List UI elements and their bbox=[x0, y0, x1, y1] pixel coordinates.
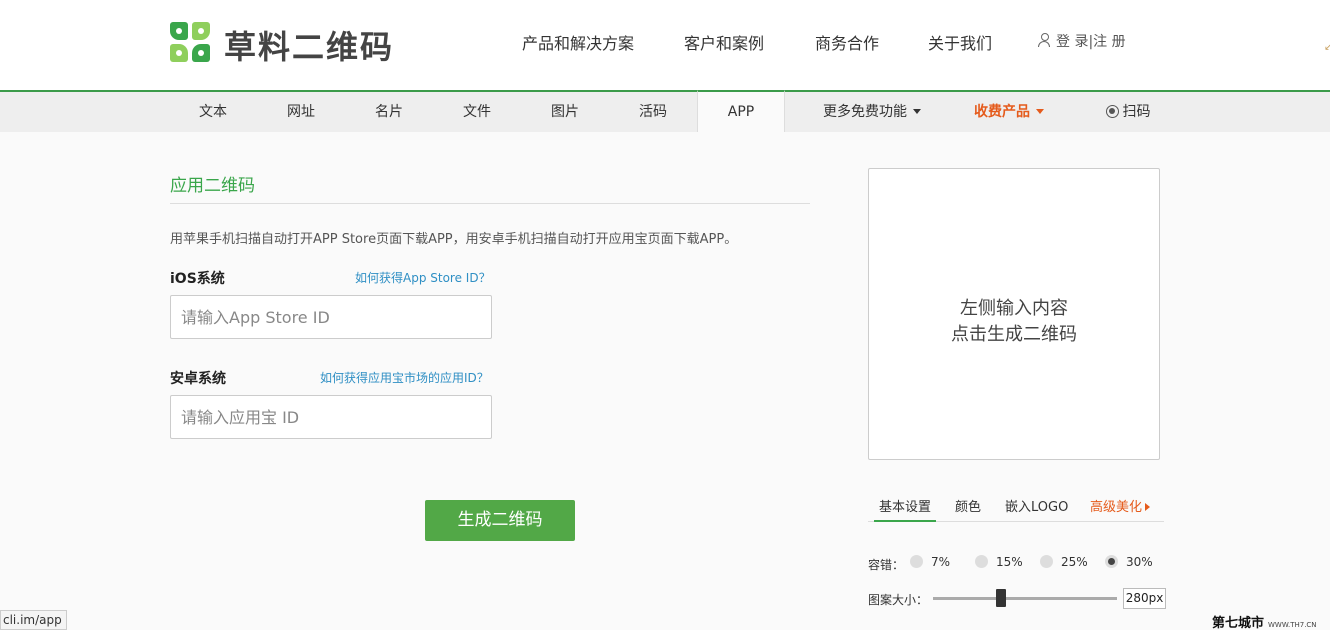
section-title: 应用二维码 bbox=[170, 176, 255, 196]
function-tabs: 文本 网址 名片 文件 图片 活码 APP 更多免费功能 收费产品 扫码 bbox=[0, 90, 1330, 132]
error-option-label: 7% bbox=[931, 555, 951, 569]
tab-paid-products[interactable]: 收费产品 bbox=[964, 92, 1054, 132]
size-label: 图案大小： bbox=[868, 593, 929, 607]
radio-dot-selected bbox=[1105, 555, 1118, 568]
tab-file[interactable]: 文件 bbox=[449, 92, 505, 132]
tab-color[interactable]: 颜色 bbox=[955, 496, 981, 522]
error-option-label: 30% bbox=[1126, 555, 1153, 569]
watermark-text: 第七城市 bbox=[1212, 616, 1265, 630]
login-label[interactable]: 登 录|注 册 bbox=[1056, 34, 1126, 50]
size-slider-thumb[interactable] bbox=[996, 589, 1007, 607]
tab-embed-logo[interactable]: 嵌入LOGO bbox=[1005, 496, 1068, 522]
tab-basic-settings[interactable]: 基本设置 bbox=[874, 496, 936, 522]
tab-advanced-label: 高级美化 bbox=[1090, 500, 1143, 515]
ios-help-link[interactable]: 如何获得App Store ID？ bbox=[355, 269, 491, 286]
caret-down-icon bbox=[913, 109, 921, 114]
tab-advanced[interactable]: 高级美化 bbox=[1090, 496, 1151, 522]
error-option-30[interactable]: 30% bbox=[1105, 555, 1153, 569]
nav-about[interactable]: 关于我们 bbox=[928, 30, 992, 54]
tab-text[interactable]: 文本 bbox=[185, 92, 241, 132]
settings-tabs: 基本设置 颜色 嵌入LOGO 高级美化 bbox=[868, 496, 1164, 522]
tab-more-free[interactable]: 更多免费功能 bbox=[812, 92, 932, 132]
tab-url[interactable]: 网址 bbox=[273, 92, 329, 132]
radio-dot bbox=[1040, 555, 1053, 568]
divider bbox=[170, 203, 810, 204]
tab-live-code[interactable]: 活码 bbox=[625, 92, 681, 132]
watermark-url: WWW.TH7.CN bbox=[1268, 621, 1317, 629]
site-header: 草料二维码 产品和解决方案 客户和案例 商务合作 关于我们 登 录|注 册 ↙ bbox=[0, 0, 1330, 90]
android-help-link[interactable]: 如何获得应用宝市场的应用ID？ bbox=[320, 369, 489, 386]
preview-line-1: 左侧输入内容 bbox=[960, 298, 1068, 319]
nav-business[interactable]: 商务合作 bbox=[815, 30, 879, 54]
watermark: 第七城市 WWW.TH7.CN bbox=[1212, 612, 1317, 630]
qr-preview-box: 左侧输入内容 点击生成二维码 bbox=[868, 168, 1160, 460]
status-bar-url: cli.im/app bbox=[0, 610, 67, 630]
generate-button[interactable]: 生成二维码 bbox=[425, 500, 575, 541]
logo-text[interactable]: 草料二维码 bbox=[224, 22, 394, 68]
tab-more-free-label: 更多免费功能 bbox=[823, 104, 907, 120]
tab-card[interactable]: 名片 bbox=[361, 92, 417, 132]
nav-products[interactable]: 产品和解决方案 bbox=[522, 30, 634, 54]
preview-line-2: 点击生成二维码 bbox=[951, 324, 1077, 345]
size-value: 280px bbox=[1123, 588, 1166, 609]
ios-label: iOS系统 bbox=[170, 271, 225, 287]
error-option-15[interactable]: 15% bbox=[975, 555, 1023, 569]
nav-customers[interactable]: 客户和案例 bbox=[684, 30, 764, 54]
error-option-label: 25% bbox=[1061, 555, 1088, 569]
error-option-25[interactable]: 25% bbox=[1040, 555, 1088, 569]
error-correction-label: 容错： bbox=[868, 558, 905, 572]
scan-icon bbox=[1105, 105, 1119, 118]
description: 用苹果手机扫描自动打开APP Store页面下载APP，用安卓手机扫描自动打开应… bbox=[170, 232, 738, 247]
ios-id-input[interactable] bbox=[170, 295, 492, 339]
size-slider-track[interactable] bbox=[933, 597, 1117, 600]
tab-paid-label: 收费产品 bbox=[974, 104, 1030, 120]
android-label: 安卓系统 bbox=[170, 371, 226, 387]
edge-arrow-icon: ↙ bbox=[1324, 42, 1330, 53]
triangle-right-icon bbox=[1145, 503, 1151, 511]
radio-dot bbox=[975, 555, 988, 568]
caret-down-icon bbox=[1036, 109, 1044, 114]
login-link[interactable]: 登 录|注 册 bbox=[1038, 31, 1126, 51]
tab-scan-label: 扫码 bbox=[1122, 104, 1151, 120]
tab-scan[interactable]: 扫码 bbox=[1100, 92, 1156, 132]
logo-icon[interactable] bbox=[170, 22, 210, 62]
radio-dot bbox=[910, 555, 923, 568]
error-option-7[interactable]: 7% bbox=[910, 555, 950, 569]
android-id-input[interactable] bbox=[170, 395, 492, 439]
tab-image[interactable]: 图片 bbox=[537, 92, 593, 132]
error-option-label: 15% bbox=[996, 555, 1023, 569]
tab-app[interactable]: APP bbox=[697, 90, 785, 132]
user-icon bbox=[1038, 33, 1050, 47]
